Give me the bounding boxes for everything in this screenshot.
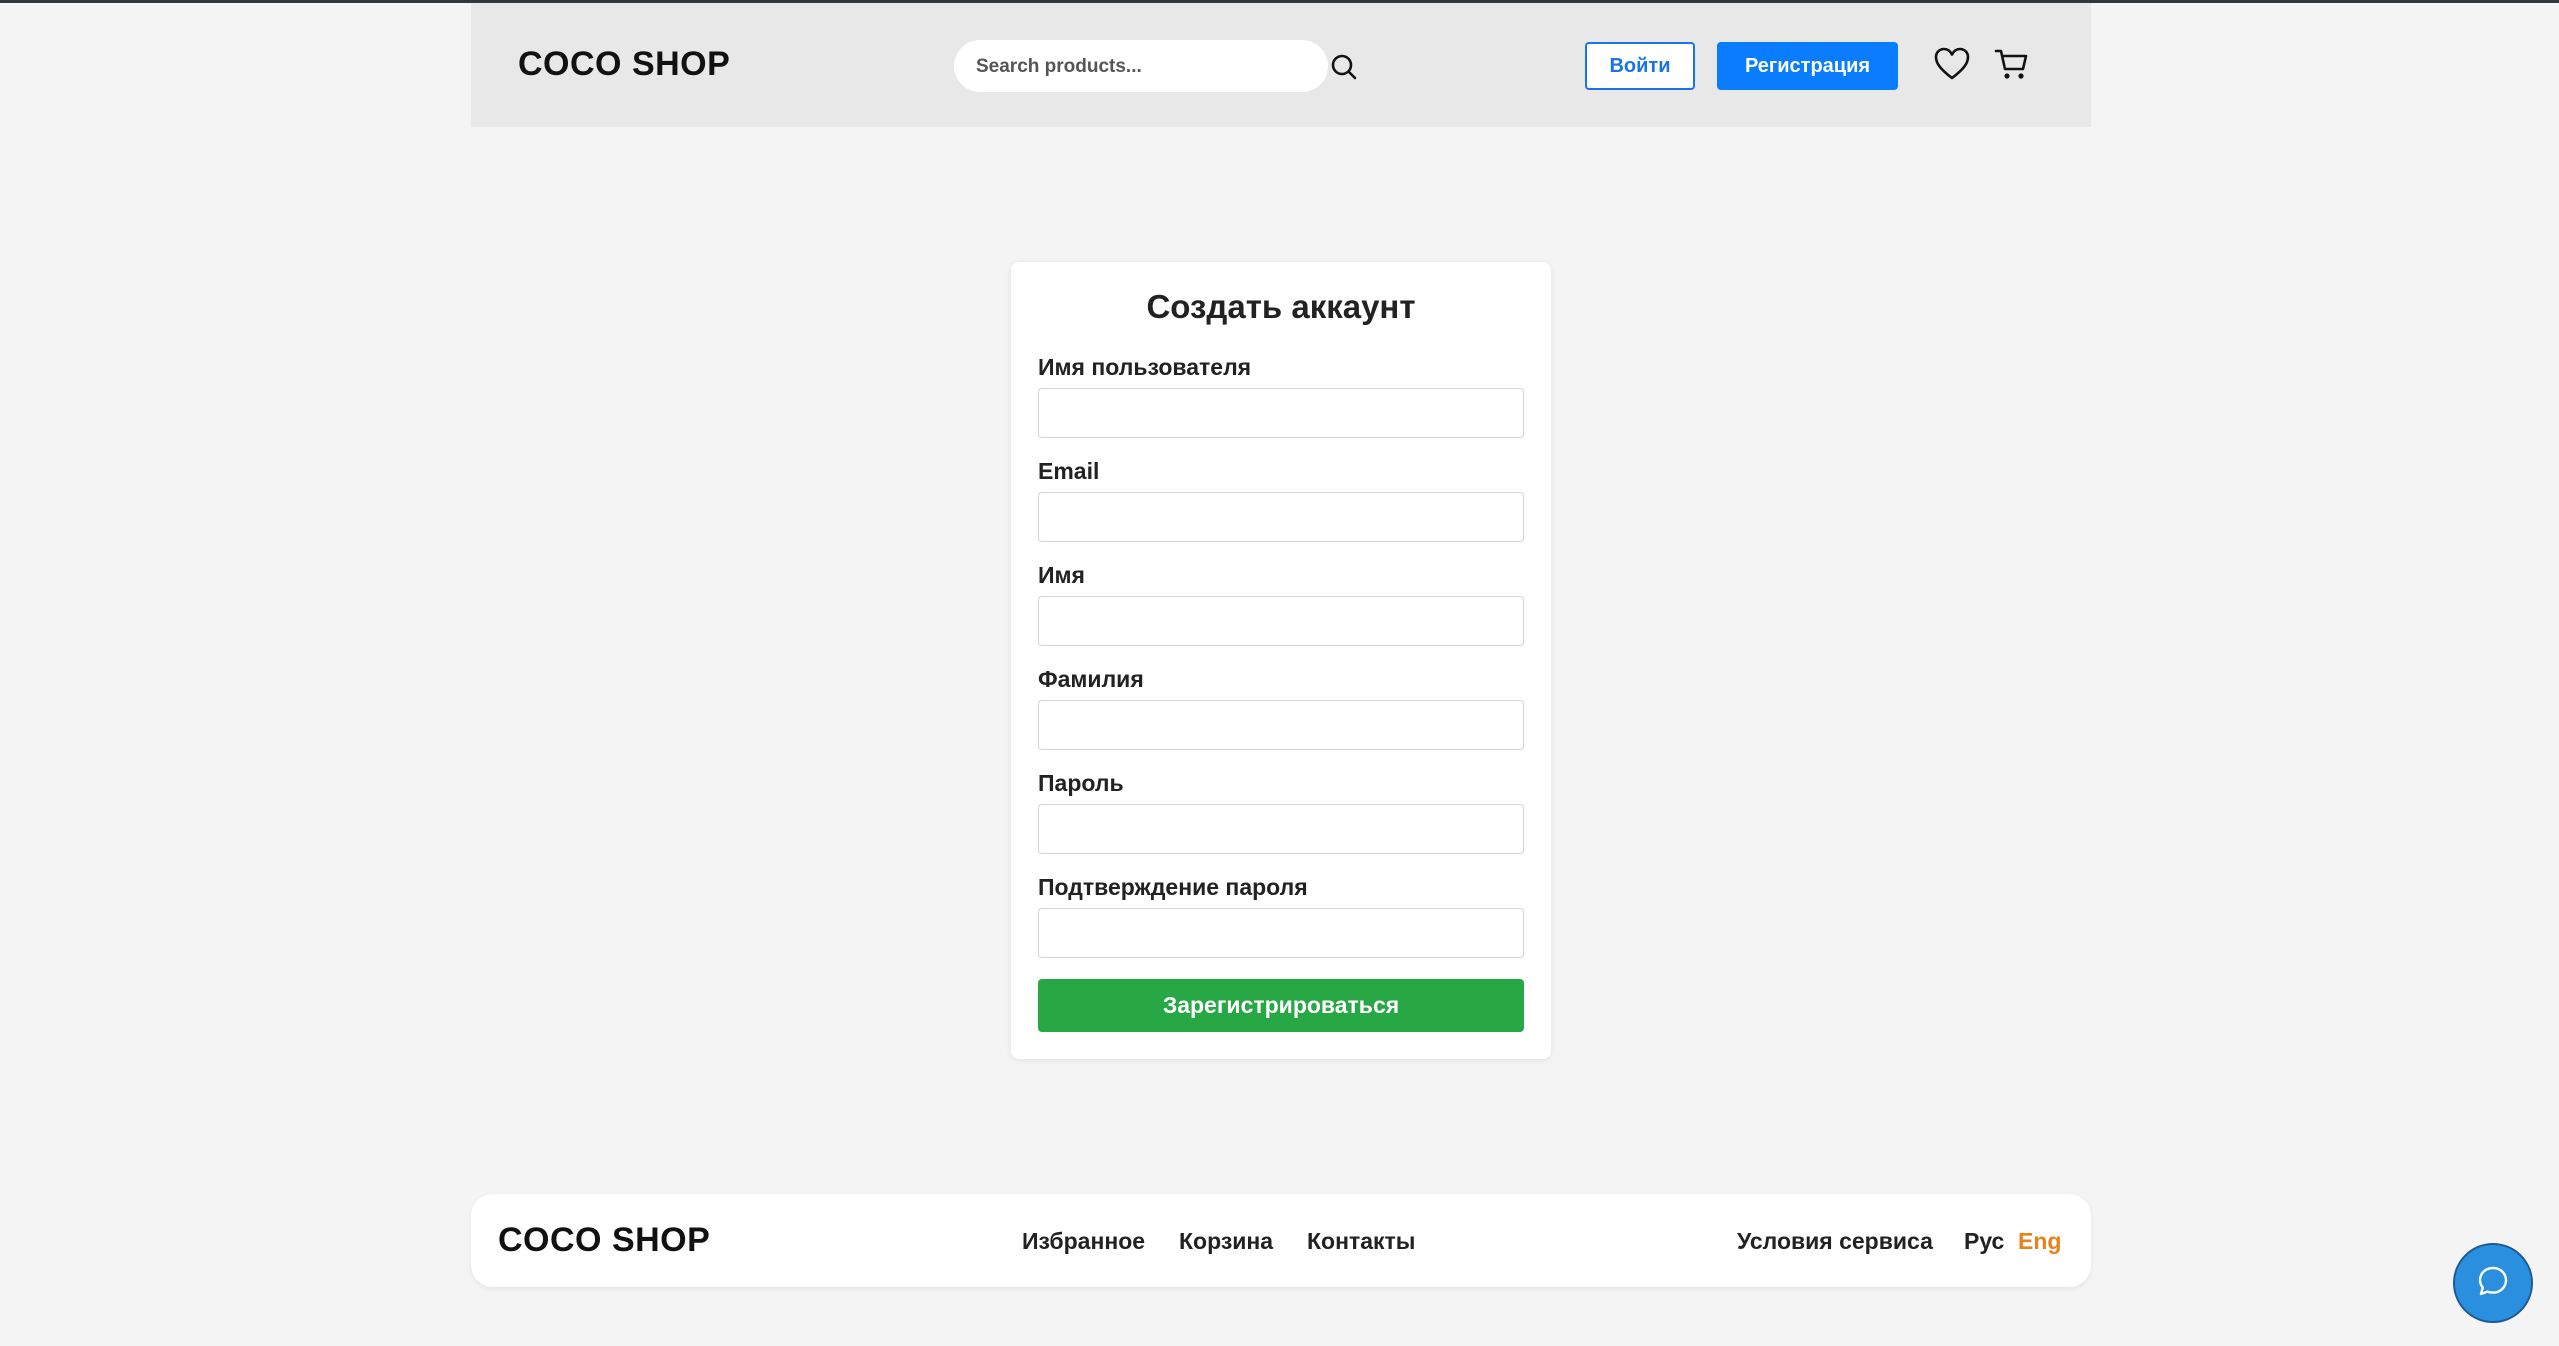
site-logo[interactable]: COCO SHOP [518,45,730,84]
first-name-field[interactable] [1038,596,1524,646]
search-input[interactable] [974,40,1308,94]
lang-ru-link[interactable]: Рус [1964,1228,2004,1255]
cart-icon[interactable] [1994,47,2030,81]
username-field[interactable] [1038,388,1524,438]
chat-bubble-icon [2476,1264,2510,1303]
site-footer: COCO SHOP Избранное Корзина Контакты Усл… [471,1194,2091,1287]
footer-logo[interactable]: COCO SHOP [498,1221,710,1260]
chat-button[interactable] [2453,1243,2533,1323]
register-form-card: Создать аккаунт Имя пользователя Email И… [1011,262,1551,1059]
footer-link-favorites[interactable]: Избранное [1022,1228,1145,1255]
password-field[interactable] [1038,804,1524,854]
last-name-label: Фамилия [1038,666,1144,692]
login-button[interactable]: Войти [1585,42,1695,90]
password-confirm-field[interactable] [1038,908,1524,958]
username-label: Имя пользователя [1038,354,1252,380]
first-name-label: Имя [1038,562,1085,588]
submit-register-button[interactable]: Зарегистрироваться [1038,979,1524,1032]
heart-icon[interactable] [1934,47,1970,81]
footer-link-terms[interactable]: Условия сервиса [1737,1228,1933,1255]
email-label: Email [1038,458,1100,484]
search-box[interactable] [954,40,1328,94]
password-confirm-label: Подтверждение пароля [1038,874,1308,900]
register-button[interactable]: Регистрация [1717,42,1898,90]
last-name-field[interactable] [1038,700,1524,750]
password-label: Пароль [1038,770,1124,796]
site-header: COCO SHOP Войти Регистрация [471,3,2091,127]
search-icon[interactable] [1328,51,1360,83]
lang-en-link[interactable]: Eng [2018,1228,2061,1255]
footer-link-contacts[interactable]: Контакты [1307,1228,1415,1255]
footer-link-cart[interactable]: Корзина [1179,1228,1273,1255]
email-field[interactable] [1038,492,1524,542]
form-title: Создать аккаунт [1146,288,1416,325]
